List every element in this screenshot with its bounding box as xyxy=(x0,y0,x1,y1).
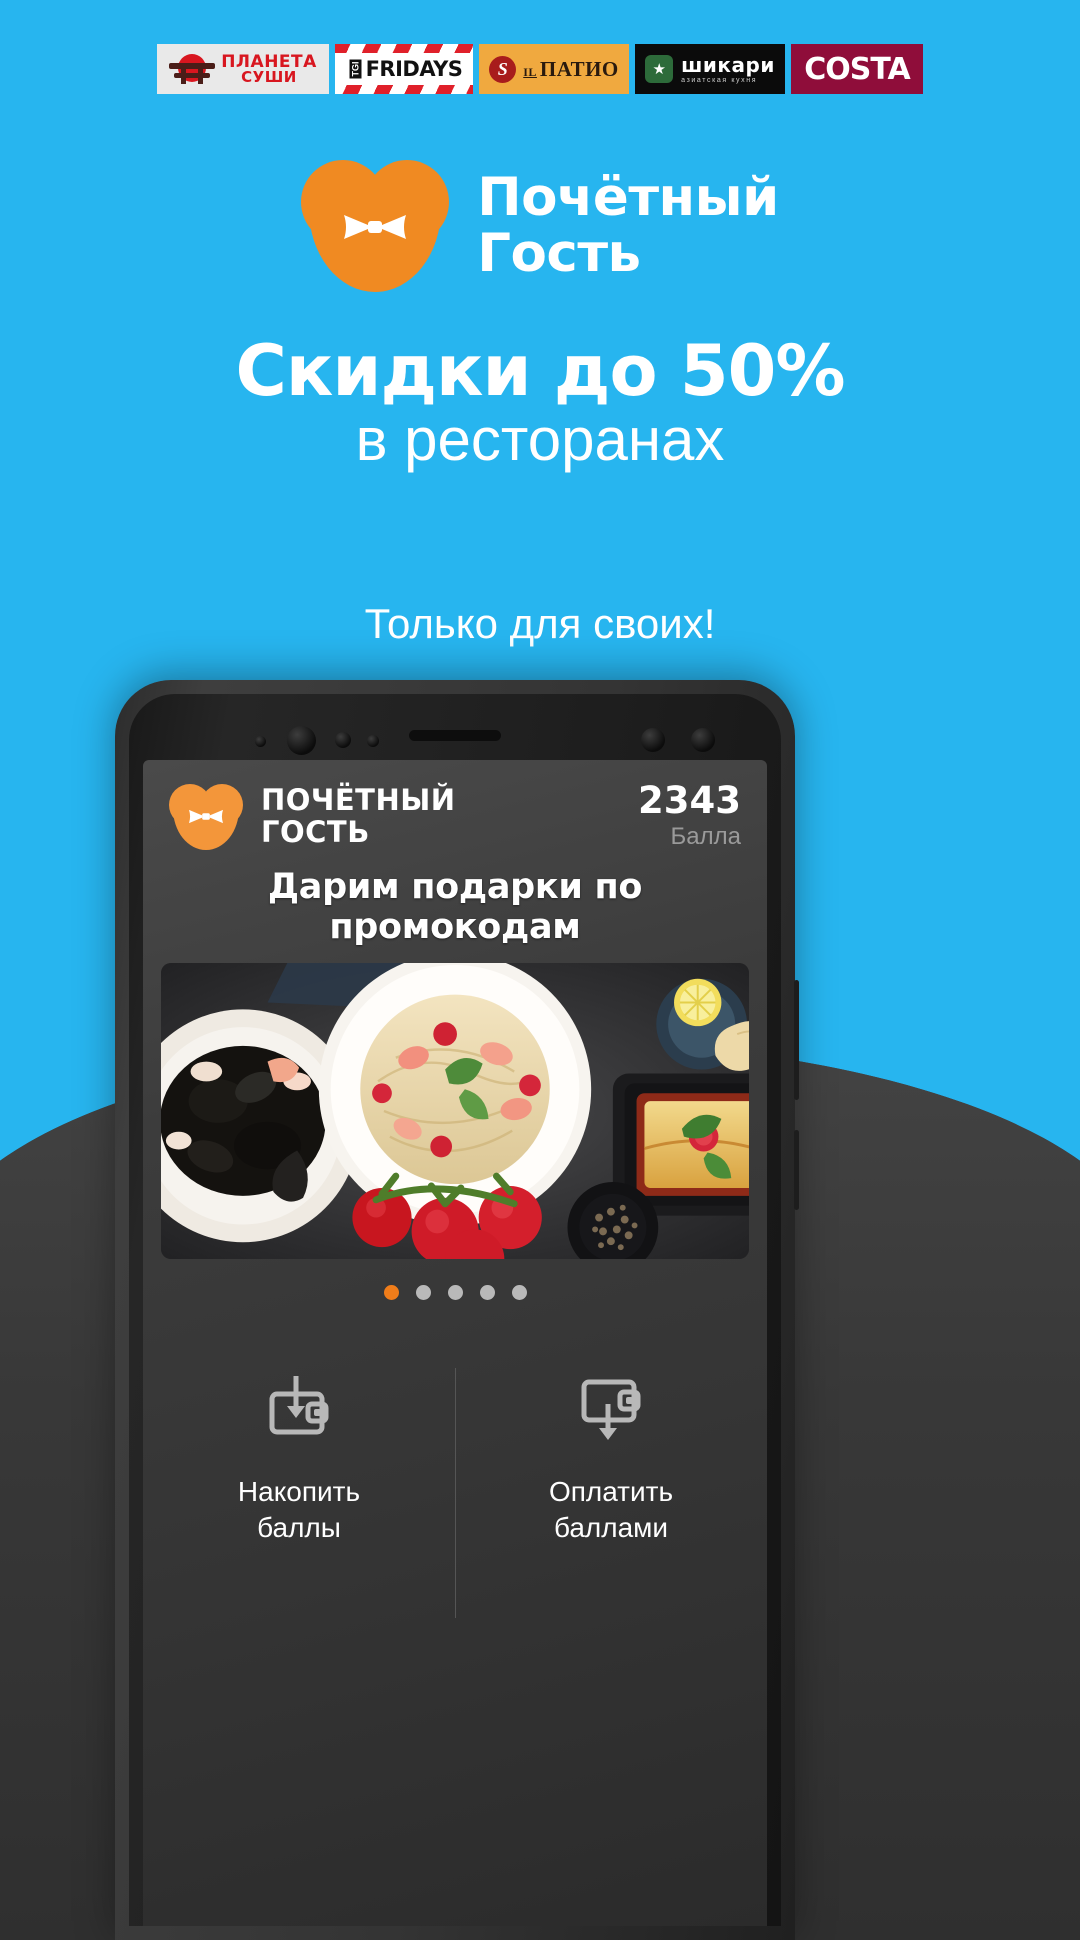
logo-shikari: ★ шикари азиатская кухня xyxy=(635,44,785,94)
phone-body: ПОЧЁТНЫЙ ГОСТЬ 2343 Балла Дарим подарки … xyxy=(129,694,781,1926)
sensor-dot-4 xyxy=(641,728,665,752)
logo-patio-prefix: IL xyxy=(523,64,537,79)
action-pay-points[interactable]: Оплатить баллами xyxy=(455,1374,767,1546)
volume-button[interactable] xyxy=(794,980,799,1100)
logo-patio-title: ПАТИО xyxy=(539,56,619,81)
logo-fridays-prefix: TGI xyxy=(349,59,362,79)
carousel-dot-3[interactable] xyxy=(447,1285,463,1300)
action-earn-label: Накопить баллы xyxy=(238,1474,360,1546)
points-value: 2343 xyxy=(638,779,741,822)
torii-gate-icon xyxy=(169,52,216,86)
app-header: ПОЧЁТНЫЙ ГОСТЬ 2343 Балла xyxy=(143,760,767,857)
carousel-dot-2[interactable] xyxy=(415,1285,431,1300)
phone-top-bezel xyxy=(137,702,773,766)
points-balance[interactable]: 2343 Балла xyxy=(638,782,741,851)
points-unit: Балла xyxy=(670,823,741,850)
sub-headline: в ресторанах xyxy=(355,406,725,473)
star-badge-icon: ★ xyxy=(645,55,674,83)
food-photo xyxy=(161,963,749,1259)
sensor-dot-5 xyxy=(691,728,715,752)
logo-shikari-title: шикари xyxy=(681,52,775,77)
power-button[interactable] xyxy=(794,1130,799,1210)
carousel-dot-4[interactable] xyxy=(479,1285,495,1300)
brand-logo-strip: ПЛАНЕТА СУШИ TGI FRIDAYS ILПАТИО ★ шикар… xyxy=(0,44,1080,94)
app-brand-name: ПОЧЁТНЫЙ ГОСТЬ xyxy=(261,783,456,849)
logo-fridays-title: FRIDAYS xyxy=(365,57,463,81)
action-divider xyxy=(455,1368,456,1618)
logo-planeta-sushi: ПЛАНЕТА СУШИ xyxy=(157,44,329,94)
wallet-out-icon xyxy=(581,1379,641,1440)
wallet-in-icon xyxy=(269,1376,329,1435)
action-earn-points[interactable]: Накопить баллы xyxy=(143,1374,455,1546)
promo-title: Дарим подарки по промокодам xyxy=(267,867,643,947)
logo-costa-title: COSTA xyxy=(804,51,910,87)
action-pay-label: Оплатить баллами xyxy=(549,1474,673,1546)
carousel-dot-5[interactable] xyxy=(511,1285,527,1300)
action-pay-line2: баллами xyxy=(553,1511,669,1543)
action-pay-line1: Оплатить xyxy=(548,1476,674,1507)
app-heart-bowtie-icon xyxy=(169,783,243,850)
phone-screen: ПОЧЁТНЫЙ ГОСТЬ 2343 Балла Дарим подарки … xyxy=(143,760,767,1926)
action-earn-line2: баллы xyxy=(257,1511,341,1543)
sensor-dot-3 xyxy=(367,735,379,747)
logo-il-patio: ILПАТИО xyxy=(479,44,629,94)
sensor-dot-small-1 xyxy=(255,736,266,747)
app-brand-line1: ПОЧЁТНЫЙ xyxy=(261,783,456,818)
bowtie-shape xyxy=(344,215,407,239)
sensor-dot-2 xyxy=(335,732,351,748)
logo-costa: COSTA xyxy=(791,44,923,94)
action-earn-line1: Накопить xyxy=(237,1476,361,1507)
app-bowtie-shape xyxy=(189,809,223,823)
tagline: Только для своих! xyxy=(364,600,716,647)
front-camera-icon xyxy=(287,726,316,755)
carousel-dots[interactable] xyxy=(143,1285,767,1300)
hero-brand-line2: Гость xyxy=(477,223,641,284)
main-headline: Скидки до 50% xyxy=(235,330,846,412)
logo-planeta-line2: СУШИ xyxy=(241,67,297,86)
earpiece-speaker xyxy=(409,730,501,741)
hero-brand-name: Почётный Гость xyxy=(477,166,779,284)
flame-badge-icon xyxy=(489,55,517,83)
app-brand-line2: ГОСТЬ xyxy=(261,814,370,849)
action-buttons-row: Накопить баллы Оплатить баллами xyxy=(143,1368,767,1618)
promo-carousel-card[interactable] xyxy=(161,963,749,1259)
carousel-dot-1[interactable] xyxy=(383,1285,399,1300)
heart-bowtie-icon xyxy=(301,160,450,292)
logo-shikari-subtitle: азиатская кухня xyxy=(681,76,758,84)
hero-brand-block: Почётный Гость xyxy=(0,160,1080,292)
hero-brand-line1: Почётный xyxy=(477,166,779,228)
phone-mockup: ПОЧЁТНЫЙ ГОСТЬ 2343 Балла Дарим подарки … xyxy=(115,680,799,1940)
logo-tgi-fridays: TGI FRIDAYS xyxy=(335,44,473,94)
